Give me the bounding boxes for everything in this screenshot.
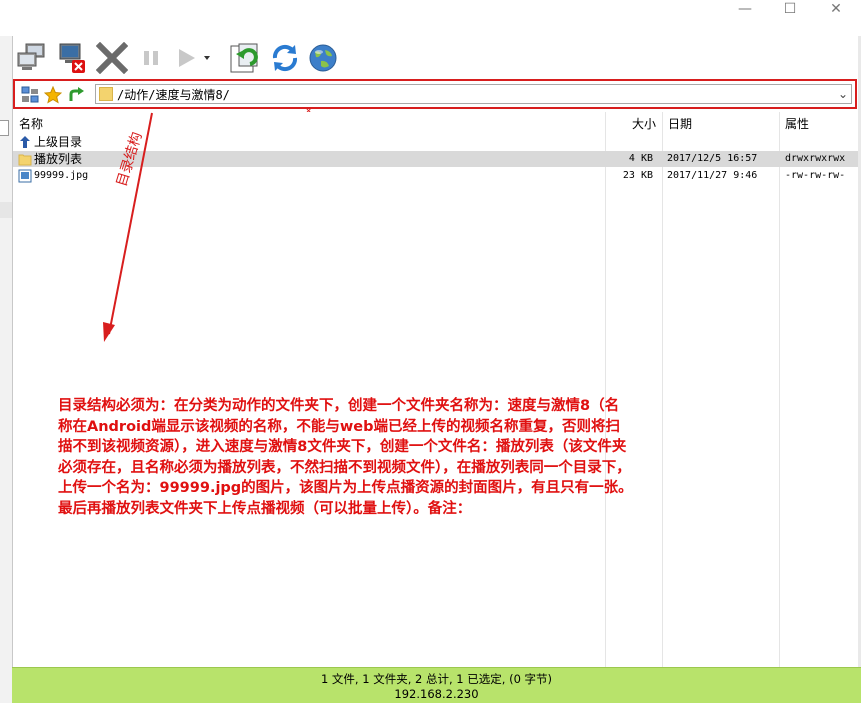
pause-button[interactable] bbox=[134, 40, 168, 76]
maximize-icon: ☐ bbox=[783, 1, 797, 17]
column-divider[interactable] bbox=[779, 112, 780, 667]
list-item[interactable]: 99999.jpg 23 KB 2017/11/27 9:46 -rw-rw-r… bbox=[13, 168, 858, 184]
file-name: 上级目录 bbox=[34, 135, 83, 149]
file-list: 名称 大小 日期 属性 上级目录 播放列表 4 KB 2017/12/5 16:… bbox=[13, 112, 858, 667]
refresh-download-icon bbox=[230, 43, 258, 73]
maximize-button[interactable]: ☐ bbox=[767, 0, 813, 18]
parent-dir-button[interactable] bbox=[66, 85, 86, 105]
play-button[interactable] bbox=[171, 40, 211, 76]
tree-view-button[interactable] bbox=[20, 85, 40, 105]
column-header-name[interactable]: 名称 bbox=[19, 112, 43, 134]
refresh-download-button[interactable] bbox=[227, 40, 261, 76]
left-pane-dropdown[interactable] bbox=[0, 120, 9, 136]
folder-icon bbox=[99, 87, 113, 101]
file-size: 4 KB bbox=[628, 153, 653, 164]
file-date: 2017/12/5 16:57 bbox=[667, 153, 758, 164]
status-host: 192.168.2.230 bbox=[394, 687, 479, 701]
close-icon: ✕ bbox=[830, 1, 842, 17]
disconnect-button[interactable] bbox=[53, 40, 87, 76]
tree-view-icon bbox=[21, 86, 39, 103]
cancel-button[interactable] bbox=[95, 40, 129, 76]
column-header-attr[interactable]: 属性 bbox=[785, 112, 809, 134]
title-bar: — ☐ ✕ bbox=[0, 0, 861, 36]
bookmark-button[interactable] bbox=[43, 85, 63, 105]
cancel-x-icon bbox=[96, 42, 128, 74]
globe-button[interactable] bbox=[306, 40, 340, 76]
file-name: 播放列表 bbox=[34, 152, 83, 166]
minimize-icon: — bbox=[738, 1, 752, 17]
path-bar: /动作/速度与激情8/ ⌄ bbox=[13, 79, 857, 109]
close-window-button[interactable]: ✕ bbox=[813, 0, 859, 18]
disconnect-computer-icon bbox=[59, 43, 85, 73]
path-input[interactable]: /动作/速度与激情8/ bbox=[117, 86, 230, 103]
left-pane bbox=[0, 36, 13, 708]
sync-button[interactable] bbox=[268, 40, 302, 76]
sync-arrows-icon bbox=[272, 44, 298, 72]
parent-dir-icon bbox=[69, 87, 84, 101]
folder-icon bbox=[18, 154, 32, 166]
chevron-down-icon[interactable]: ⌄ bbox=[838, 87, 848, 101]
toolbar bbox=[13, 40, 858, 78]
image-file-icon bbox=[18, 169, 32, 183]
file-size: 23 KB bbox=[622, 170, 653, 181]
left-pane-selected-row[interactable] bbox=[0, 202, 12, 218]
file-name: 99999.jpg bbox=[34, 170, 89, 181]
column-divider[interactable] bbox=[662, 112, 663, 667]
bookmark-star-icon bbox=[44, 86, 62, 104]
column-header-size[interactable]: 大小 bbox=[632, 112, 656, 134]
connect-computers-icon bbox=[17, 43, 45, 70]
file-attributes: -rw-rw-rw- bbox=[785, 170, 846, 181]
file-date: 2017/11/27 9:46 bbox=[667, 170, 758, 181]
play-icon bbox=[179, 49, 210, 67]
column-header-date[interactable]: 日期 bbox=[668, 112, 692, 134]
file-attributes: drwxrwxrwx bbox=[785, 153, 846, 164]
column-divider[interactable] bbox=[605, 112, 606, 667]
path-combobox[interactable]: /动作/速度与激情8/ ⌄ bbox=[95, 84, 852, 104]
globe-icon bbox=[309, 44, 337, 72]
instruction-note: 目录结构必须为：在分类为动作的文件夹下，创建一个文件夹名称为：速度与激情8（名称… bbox=[58, 398, 633, 517]
bottom-strip bbox=[0, 703, 861, 708]
status-bar: 1 文件, 1 文件夹, 2 总计, 1 已选定, (0 字节) 192.168… bbox=[12, 667, 861, 704]
up-arrow-icon bbox=[20, 136, 30, 148]
pause-icon bbox=[144, 51, 158, 65]
connect-button[interactable] bbox=[15, 40, 49, 76]
status-summary: 1 文件, 1 文件夹, 2 总计, 1 已选定, (0 字节) bbox=[320, 672, 553, 686]
minimize-button[interactable]: — bbox=[722, 0, 768, 18]
